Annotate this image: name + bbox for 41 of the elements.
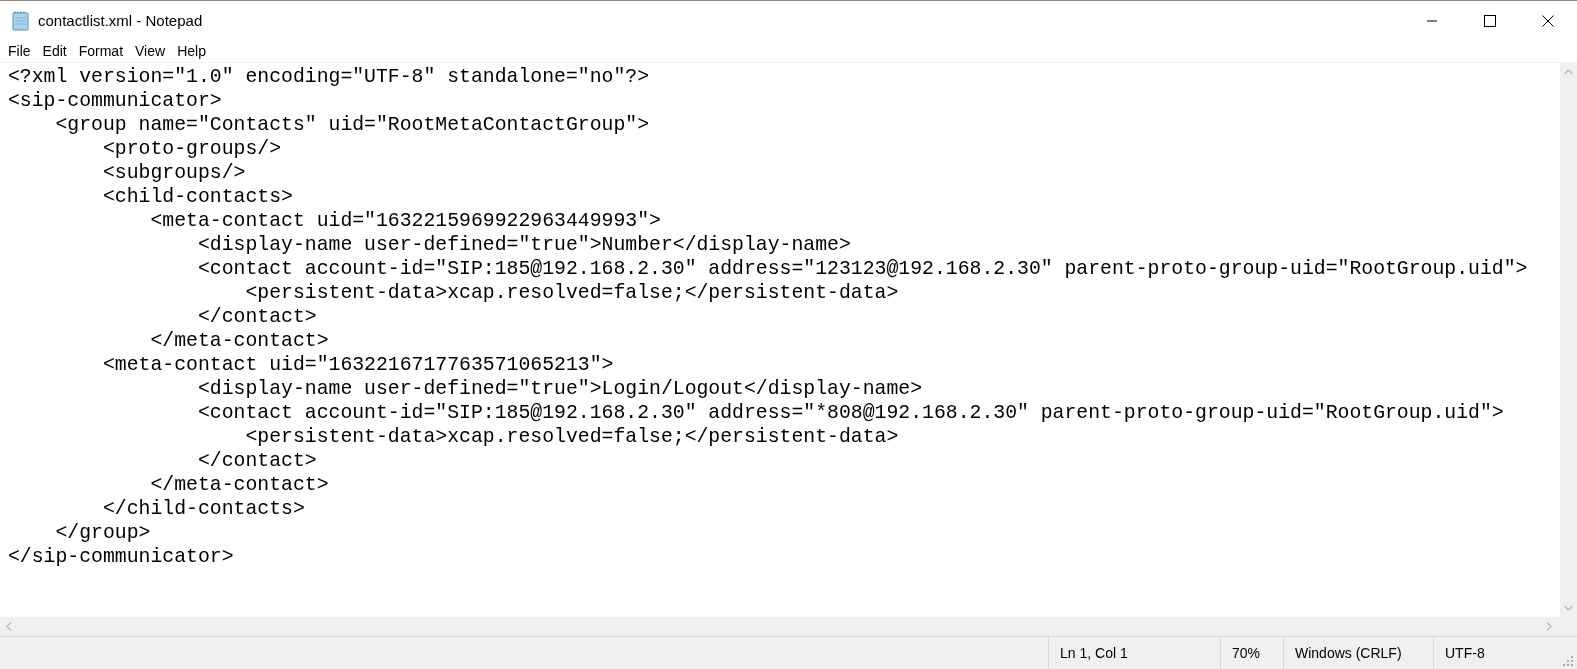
maximize-icon [1484, 14, 1496, 27]
code-line: </meta-contact> [149, 329, 329, 353]
scroll-up-icon[interactable] [1564, 69, 1573, 75]
code-line: <persistent-data>xcap.resolved=false;</persistent-data> [244, 281, 899, 305]
resize-grip-icon[interactable] [1563, 656, 1573, 666]
menu-item[interactable]: File [2, 43, 37, 59]
code-line: <meta-contact uid="1632216717763571065213"> [101, 353, 614, 377]
code-line: <display-name user-defined="true">Number</display-name> [196, 233, 851, 257]
code-line: </contact> [196, 305, 317, 329]
menu-item[interactable]: Edit [36, 43, 73, 59]
code-line: </meta-contact> [149, 473, 329, 497]
code-line: <child-contacts> [101, 185, 293, 209]
window-title: contactlist.xml - Notepad [38, 12, 203, 29]
code-line: <?xml version="1.0" encoding="UTF-8" standalone="no"?> [8, 65, 650, 89]
code-line: </contact> [196, 449, 317, 473]
menu-item[interactable]: View [129, 43, 172, 59]
status-text: UTF-8 [1433, 637, 1563, 669]
scroll-right-icon[interactable] [1546, 622, 1552, 631]
scroll-down-icon[interactable] [1564, 605, 1573, 611]
status-text: Ln 1, Col 1 [1048, 637, 1220, 669]
notepad-icon [12, 10, 30, 31]
menu-item[interactable]: Format [72, 43, 130, 59]
close-icon [1542, 14, 1554, 27]
code-line: <subgroups/> [101, 161, 246, 185]
code-line: <group name="Contacts" uid="RootMetaContactGroup"> [54, 113, 650, 137]
code-line: </group> [54, 521, 151, 545]
vertical-scrollbar[interactable] [1560, 63, 1577, 617]
code-line: </sip-communicator> [8, 545, 234, 569]
code-line: <persistent-data>xcap.resolved=false;</persistent-data> [244, 425, 899, 449]
status-text: 70% [1220, 637, 1283, 669]
code-line: <proto-groups/> [101, 137, 282, 161]
menu-item[interactable]: Help [171, 43, 212, 59]
scroll-left-icon[interactable] [6, 622, 12, 631]
code-line: <sip-communicator> [8, 89, 222, 113]
status-text: Windows (CRLF) [1283, 637, 1433, 669]
code-line: <contact account-id="SIP:185@192.168.2.30" address="*808@192.168.2.30" parent-proto-group-uid="RootGroup.uid"> [196, 401, 1504, 425]
code-line: <meta-contact uid="1632215969922963449993"> [149, 209, 661, 233]
horizontal-scrollbar[interactable] [0, 617, 1577, 636]
code-line: </child-contacts> [101, 497, 305, 521]
code-line: <display-name user-defined="true">Login/Logout</display-name> [196, 377, 923, 401]
code-line: <contact account-id="SIP:185@192.168.2.30" address="123123@192.168.2.30" parent-proto-group-uid="RootGroup.uid"> [196, 257, 1528, 281]
